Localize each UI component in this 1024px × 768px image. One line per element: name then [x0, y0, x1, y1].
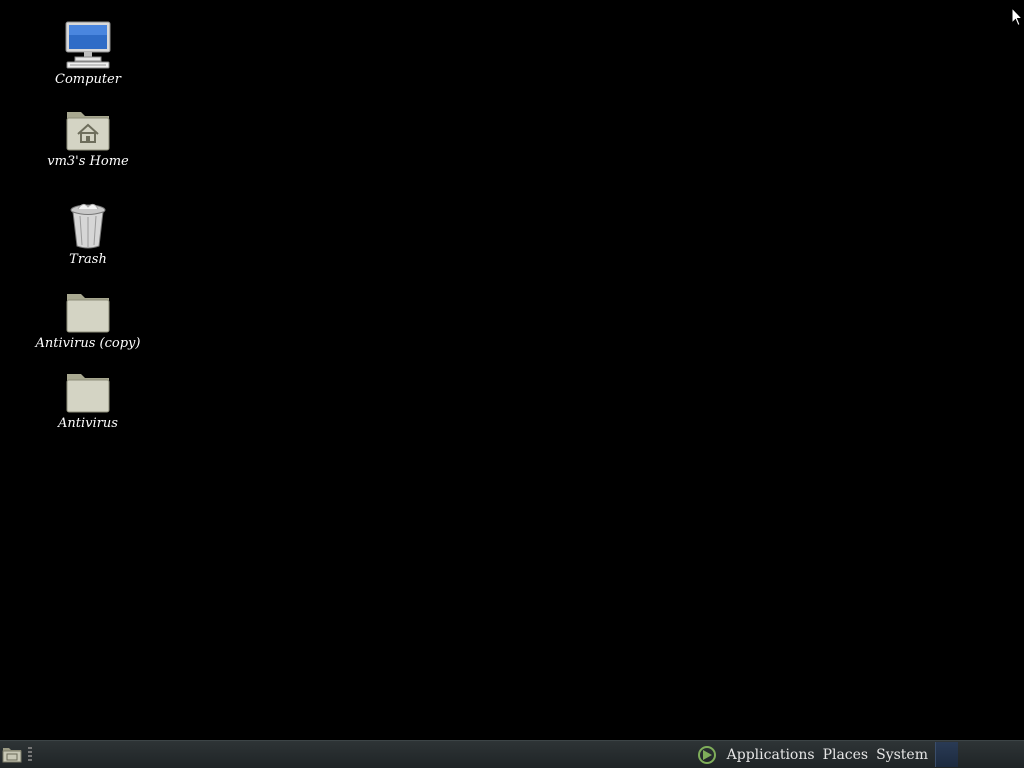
desktop-icon-computer[interactable]: Computer	[28, 20, 148, 87]
trash-icon	[63, 200, 113, 250]
desktop[interactable]: Computer vm3's Home Trash Antivirus (cop…	[0, 0, 1024, 740]
desktop-icon-label: vm3's Home	[47, 154, 129, 169]
panel-drag-handle[interactable]	[28, 747, 32, 763]
desktop-icon-label: Computer	[55, 72, 121, 87]
desktop-icon-antivirus[interactable]: Antivirus	[28, 364, 148, 431]
home-folder-icon	[63, 102, 113, 152]
desktop-icon-label: Antivirus	[58, 416, 118, 431]
menu-places[interactable]: Places	[819, 747, 873, 763]
desktop-icon-antivirus-copy[interactable]: Antivirus (copy)	[28, 284, 148, 351]
desktop-icon-trash[interactable]: Trash	[28, 200, 148, 267]
computer-icon	[63, 20, 113, 70]
main-menubar: Applications Places System	[697, 741, 932, 768]
mouse-cursor-icon	[1011, 7, 1023, 27]
menu-system[interactable]: System	[872, 747, 932, 763]
workspace-switcher[interactable]	[935, 742, 958, 767]
folder-icon	[63, 364, 113, 414]
bottom-panel: Applications Places System	[0, 740, 1024, 768]
distro-logo-icon[interactable]	[697, 745, 717, 765]
desktop-icon-label: Antivirus (copy)	[35, 336, 141, 351]
desktop-icon-home[interactable]: vm3's Home	[28, 102, 148, 169]
show-desktop-icon[interactable]	[2, 745, 22, 763]
folder-icon	[63, 284, 113, 334]
desktop-icon-label: Trash	[69, 252, 107, 267]
menu-applications[interactable]: Applications	[723, 747, 819, 763]
